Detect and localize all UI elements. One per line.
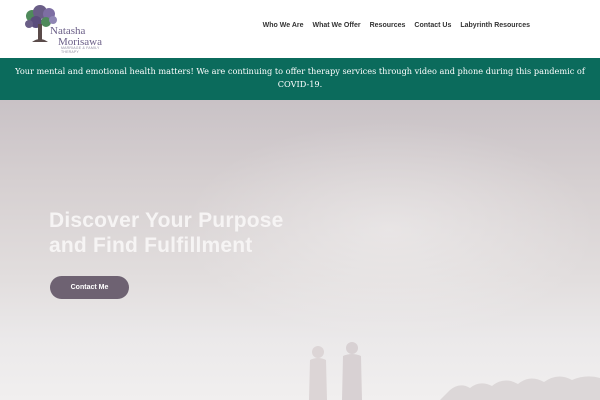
hero-trees-silhouette bbox=[440, 376, 600, 400]
nav-item-labyrinth-resources[interactable]: Labyrinth Resources bbox=[460, 22, 530, 29]
nav-item-what-we-offer[interactable]: What We Offer bbox=[313, 22, 361, 29]
hero-title-line-2: and Find Fulfillment bbox=[49, 234, 253, 257]
covid-notice-banner: Your mental and emotional health matters… bbox=[0, 58, 600, 100]
hero-people-silhouette bbox=[309, 342, 362, 400]
hero-title-line-1: Discover Your Purpose bbox=[49, 209, 284, 232]
site-logo[interactable]: Natasha Morisawa Marriage & Family Thera… bbox=[22, 4, 122, 54]
nav-item-who-we-are[interactable]: Who We Are bbox=[263, 22, 304, 29]
hero-section: Discover Your Purpose and Find Fulfillme… bbox=[0, 100, 600, 400]
banner-text: Your mental and emotional health matters… bbox=[15, 66, 585, 89]
site-header: Natasha Morisawa Marriage & Family Thera… bbox=[0, 0, 600, 58]
logo-wordmark: Natasha Morisawa bbox=[50, 26, 102, 48]
contact-me-button[interactable]: Contact Me bbox=[50, 276, 129, 299]
main-nav: Who We Are What We Offer Resources Conta… bbox=[263, 22, 530, 29]
nav-item-contact-us[interactable]: Contact Us bbox=[414, 22, 451, 29]
logo-tagline: Marriage & Family Therapy bbox=[61, 46, 100, 54]
nav-item-resources[interactable]: Resources bbox=[370, 22, 406, 29]
hero-title: Discover Your Purpose and Find Fulfillme… bbox=[49, 208, 349, 258]
